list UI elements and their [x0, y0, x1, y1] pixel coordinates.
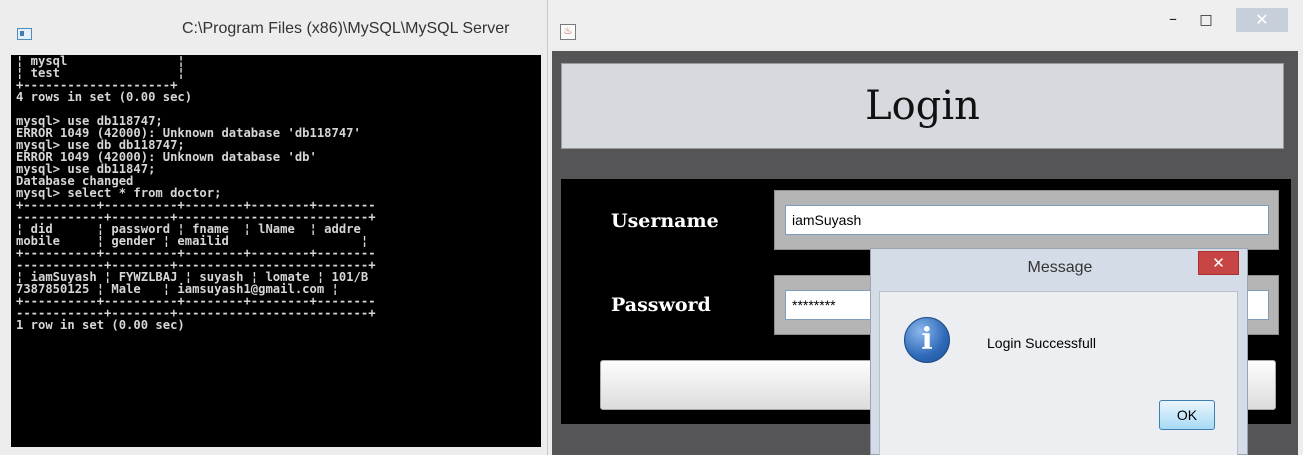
java-app-icon[interactable]: ♨: [560, 24, 576, 40]
username-label: Username: [611, 210, 719, 232]
console-app-icon[interactable]: [17, 28, 32, 40]
info-icon: i: [904, 317, 950, 363]
message-dialog: Message ✕ i Login Successfull OK: [870, 248, 1248, 455]
maximize-button[interactable]: □: [1191, 8, 1221, 32]
minimize-button[interactable]: –: [1158, 8, 1188, 32]
dialog-close-button[interactable]: ✕: [1198, 251, 1239, 275]
login-title: Login: [865, 83, 980, 129]
login-header: Login: [561, 63, 1284, 149]
login-window-titlebar[interactable]: ♨ – □ ✕: [548, 0, 1303, 49]
console-text: ¦ mysql ¦ ¦ test ¦ +--------------------…: [16, 55, 376, 332]
console-titlebar[interactable]: C:\Program Files (x86)\MySQL\MySQL Serve…: [0, 0, 547, 55]
password-label: Password: [611, 294, 711, 316]
console-output[interactable]: ¦ mysql ¦ ¦ test ¦ +--------------------…: [11, 55, 541, 447]
console-title: C:\Program Files (x86)\MySQL\MySQL Serve…: [182, 20, 510, 37]
dialog-title: Message: [1027, 259, 1093, 276]
ok-button[interactable]: OK: [1159, 400, 1215, 430]
dialog-message: Login Successfull: [987, 335, 1096, 351]
username-field-frame: iamSuyash: [774, 190, 1279, 250]
console-window: C:\Program Files (x86)\MySQL\MySQL Serve…: [0, 0, 547, 455]
console-frame-bottom: [0, 447, 547, 455]
dialog-body: i Login Successfull OK: [879, 291, 1238, 455]
window-close-button[interactable]: ✕: [1236, 8, 1288, 32]
username-input[interactable]: iamSuyash: [785, 205, 1269, 235]
